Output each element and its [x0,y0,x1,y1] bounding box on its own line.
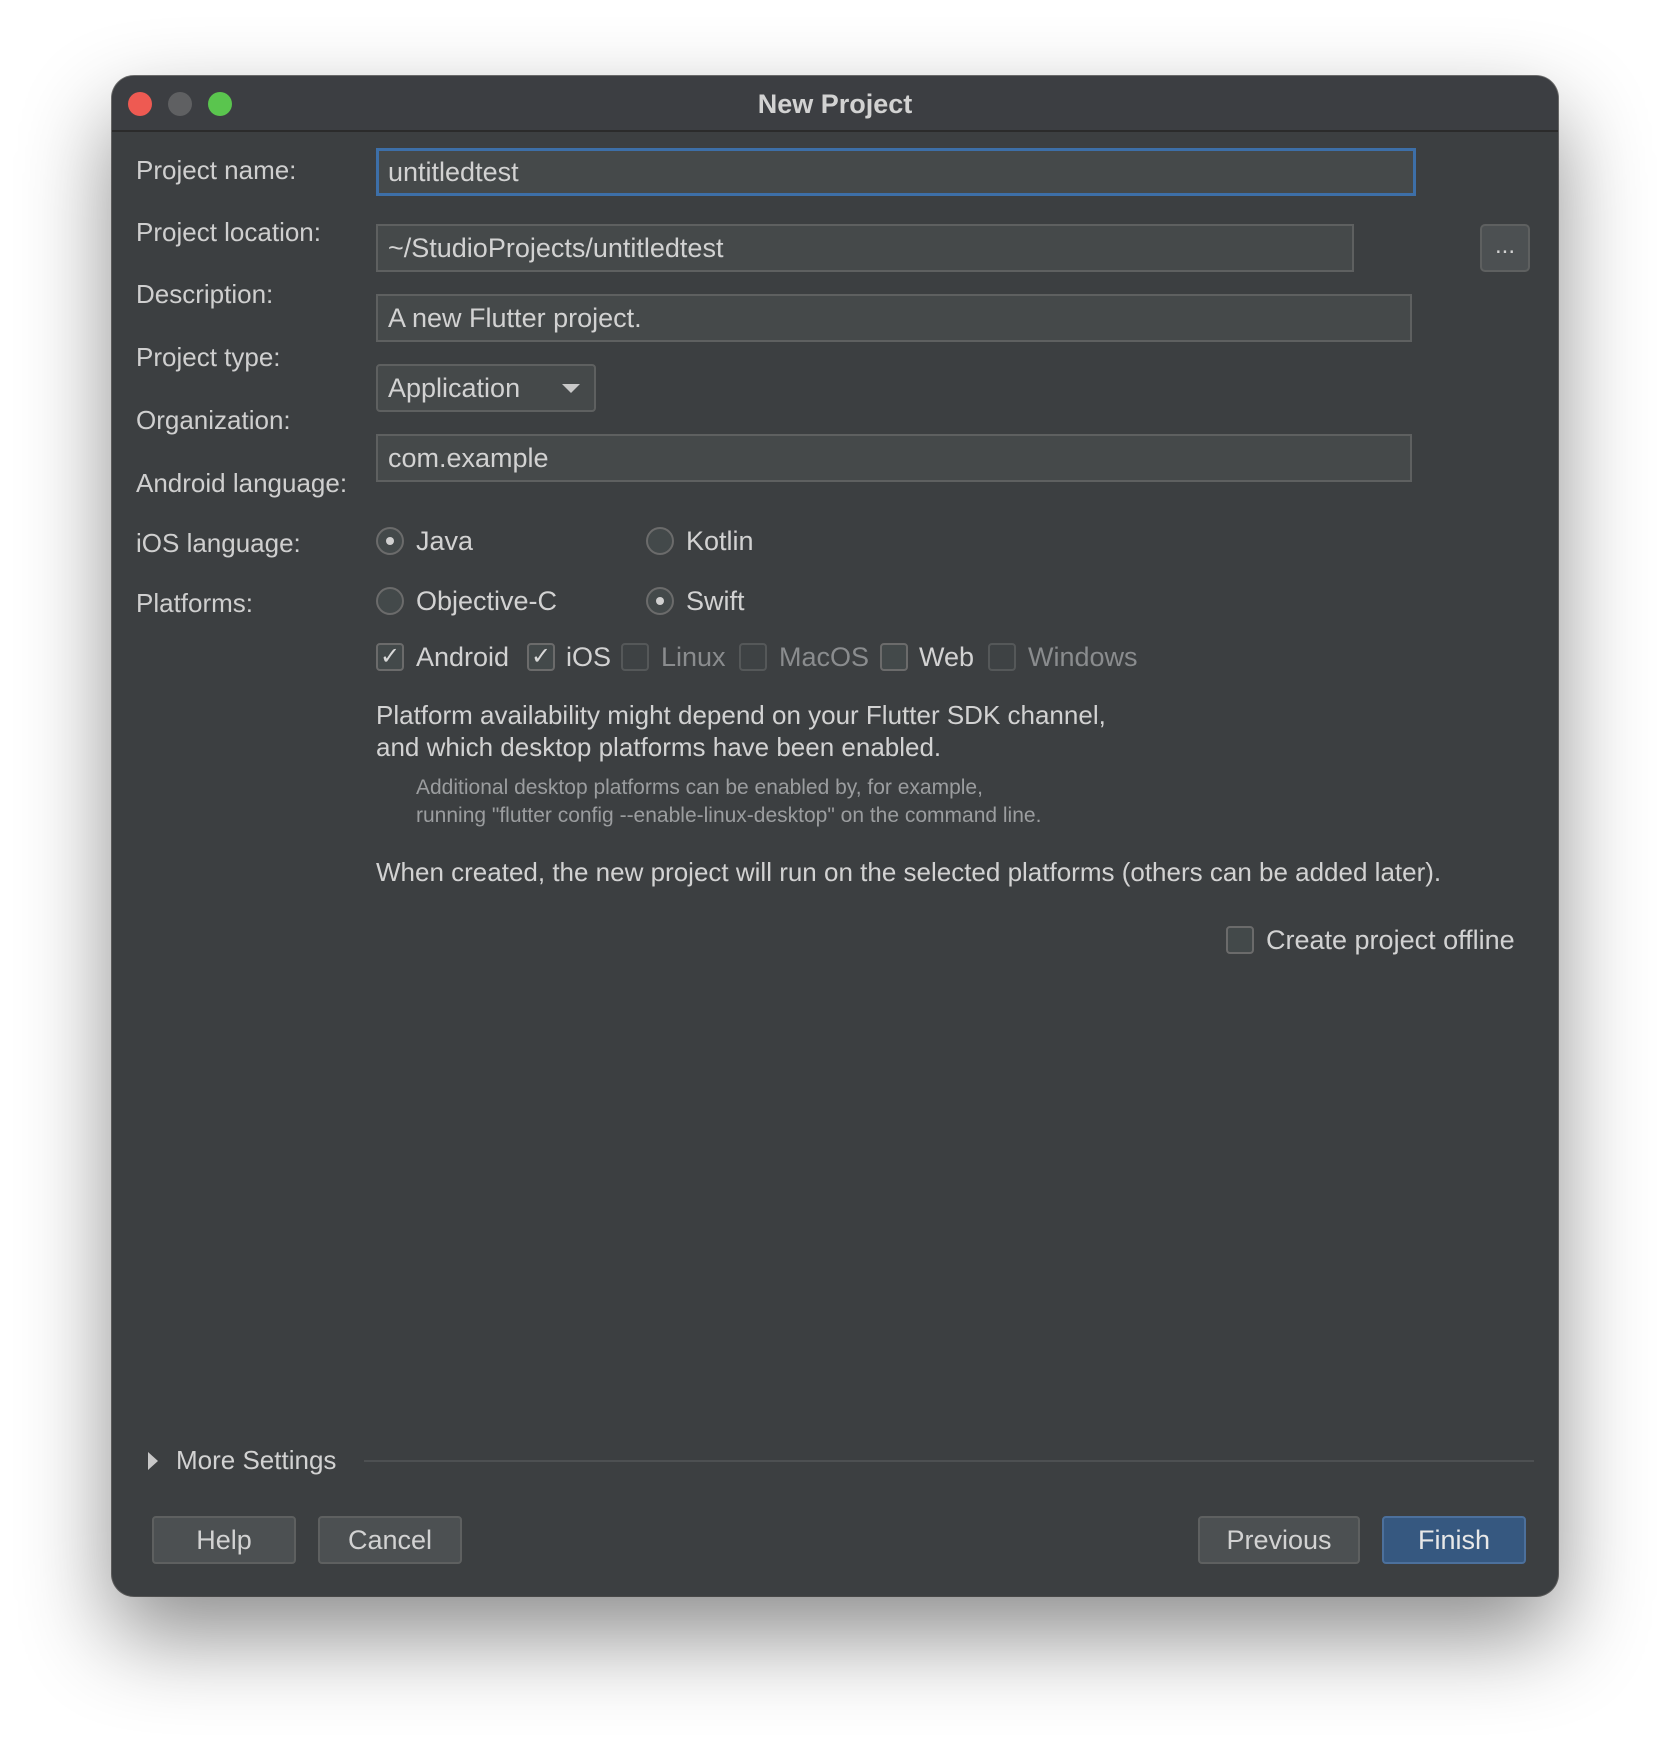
linux-platform-checkbox [621,643,649,671]
android-platform-label[interactable]: Android [416,641,509,673]
web-platform-checkbox[interactable] [880,643,908,671]
help-button[interactable]: Help [152,1516,296,1564]
macos-platform-label: MacOS [779,642,870,672]
project-name-input[interactable]: untitledtest [376,148,1416,196]
platform-note-line-1: Additional desktop platforms can be enab… [416,776,983,799]
platforms-label: Platforms: [136,588,254,618]
windows-platform-checkbox [988,643,1016,671]
windows-platform-label: Windows [1028,642,1138,672]
project-location-label: Project location: [136,217,321,247]
java-radio[interactable] [376,527,404,555]
kotlin-option-label[interactable]: Kotlin [686,525,754,557]
ios-platform-checkbox[interactable]: ✓ [527,643,555,671]
create-offline-checkbox[interactable] [1226,926,1254,954]
ios-language-label: iOS language: [136,528,301,558]
project-location-input[interactable]: ~/StudioProjects/untitledtest [376,224,1354,272]
new-project-dialog: New Project Project name: untitledtest P… [112,76,1558,1596]
chevron-right-icon[interactable] [148,1452,158,1470]
finish-button[interactable]: Finish [1382,1516,1526,1564]
platform-info-line-1: Platform availability might depend on yo… [376,700,1106,730]
project-type-select[interactable]: Application [376,364,596,412]
project-type-value: Application [388,373,521,403]
android-platform-checkbox[interactable]: ✓ [376,643,404,671]
title-bar: New Project [112,76,1558,132]
java-option-label[interactable]: Java [416,525,473,557]
browse-location-button[interactable]: ... [1480,224,1530,272]
project-type-label: Project type: [136,342,281,372]
kotlin-radio[interactable] [646,527,674,555]
swift-radio[interactable] [646,587,674,615]
platform-info-line-2: and which desktop platforms have been en… [376,732,942,762]
swift-option-label[interactable]: Swift [686,585,745,617]
more-settings-toggle[interactable]: More Settings [176,1444,336,1476]
web-platform-label[interactable]: Web [919,641,974,673]
objective-c-option-label[interactable]: Objective-C [416,585,557,617]
android-language-label: Android language: [136,468,348,498]
create-offline-label[interactable]: Create project offline [1266,924,1515,956]
platform-note-line-2: running "flutter config --enable-linux-d… [416,804,1042,827]
ios-platform-label[interactable]: iOS [566,641,611,673]
project-name-label: Project name: [136,155,297,185]
objective-c-radio[interactable] [376,587,404,615]
platform-summary: When created, the new project will run o… [376,857,1442,887]
previous-button[interactable]: Previous [1198,1516,1360,1564]
cancel-button[interactable]: Cancel [318,1516,462,1564]
description-input[interactable]: A new Flutter project. [376,294,1412,342]
more-settings-divider [364,1460,1534,1462]
description-label: Description: [136,279,274,309]
window-title: New Project [757,89,913,119]
chevron-down-icon [562,384,580,393]
organization-input[interactable]: com.example [376,434,1412,482]
linux-platform-label: Linux [661,642,726,672]
organization-label: Organization: [136,405,291,435]
macos-platform-checkbox [739,643,767,671]
